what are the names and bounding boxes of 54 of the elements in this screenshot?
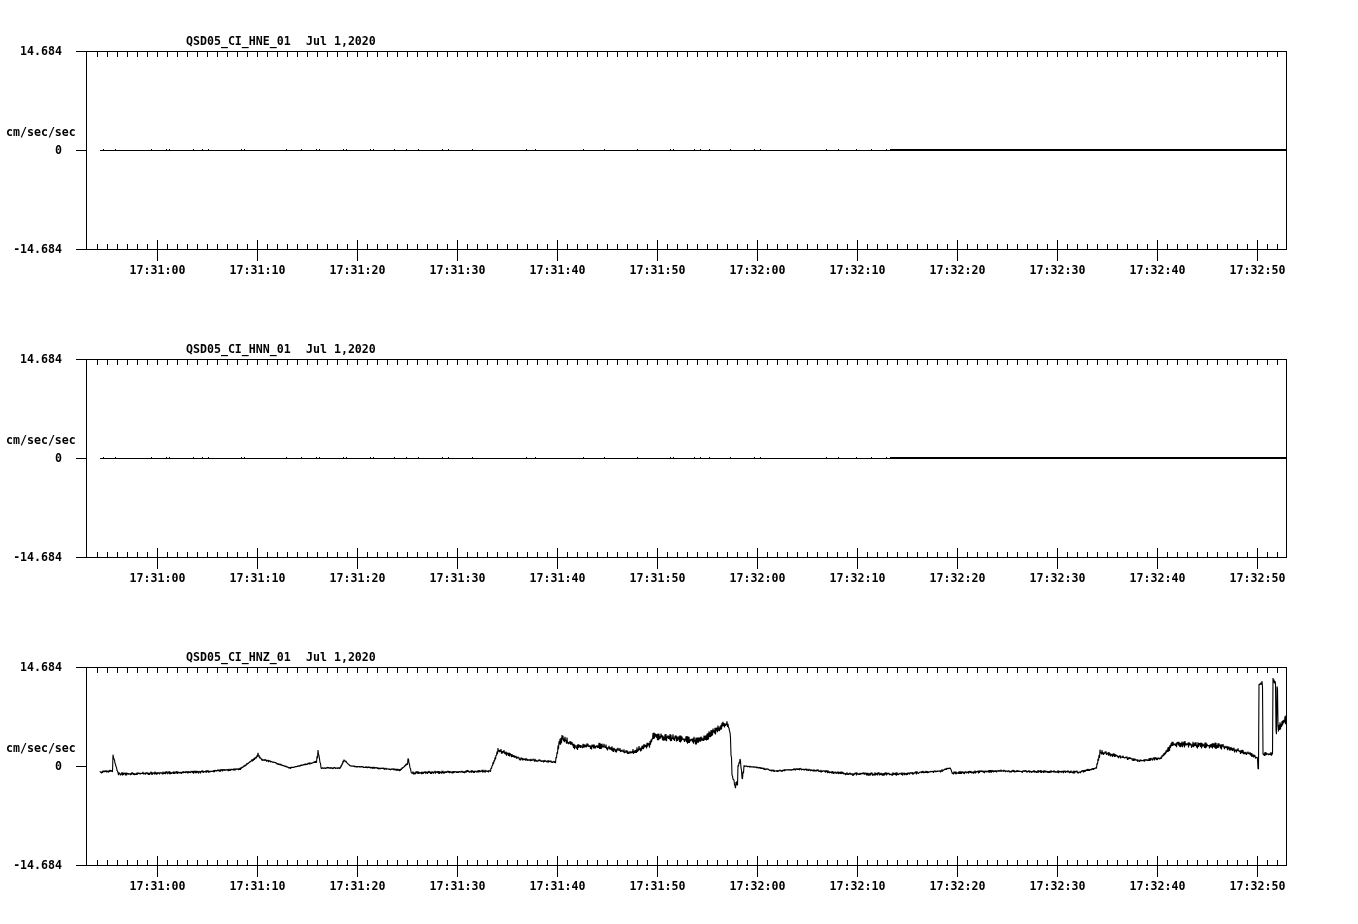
time-label: 17:32:20	[929, 879, 986, 893]
time-label: 17:31:50	[629, 879, 686, 893]
y-tick-label: -14.684	[13, 550, 62, 564]
y-tick-label: 0	[55, 451, 62, 465]
time-label: 17:32:30	[1029, 263, 1086, 277]
time-label: 17:32:10	[829, 879, 886, 893]
time-label: 17:31:20	[329, 879, 386, 893]
time-label: 17:32:20	[929, 263, 986, 277]
time-label: 17:31:30	[429, 879, 486, 893]
time-label: 17:31:40	[529, 571, 586, 585]
time-label: 17:31:40	[529, 263, 586, 277]
time-label: 17:32:00	[729, 879, 786, 893]
unit-label: cm/sec/sec	[6, 125, 76, 139]
time-label: 17:31:30	[429, 263, 486, 277]
time-label: 17:32:00	[729, 263, 786, 277]
unit-label: cm/sec/sec	[6, 433, 76, 447]
y-tick-label: 14.684	[20, 44, 62, 58]
time-label: 17:32:50	[1229, 263, 1286, 277]
date-label: Jul 1,2020	[306, 34, 376, 48]
time-label: 17:31:30	[429, 571, 486, 585]
time-label: 17:32:20	[929, 571, 986, 585]
y-tick-label: 14.684	[20, 352, 62, 366]
date-label: Jul 1,2020	[306, 342, 376, 356]
time-label: 17:32:10	[829, 263, 886, 277]
y-tick-label: 14.684	[20, 660, 62, 674]
time-label: 17:32:40	[1129, 263, 1186, 277]
y-tick-label: -14.684	[13, 242, 62, 256]
time-label: 17:31:10	[229, 263, 286, 277]
y-tick-label: 0	[55, 143, 62, 157]
unit-label: cm/sec/sec	[6, 741, 76, 755]
time-label: 17:31:00	[129, 263, 186, 277]
time-label: 17:32:30	[1029, 571, 1086, 585]
time-label: 17:32:40	[1129, 571, 1186, 585]
time-label: 17:31:20	[329, 263, 386, 277]
y-tick-label: -14.684	[13, 858, 62, 872]
time-label: 17:32:50	[1229, 571, 1286, 585]
time-label: 17:32:50	[1229, 879, 1286, 893]
time-label: 17:31:10	[229, 879, 286, 893]
time-label: 17:31:50	[629, 263, 686, 277]
time-label: 17:31:10	[229, 571, 286, 585]
time-label: 17:32:00	[729, 571, 786, 585]
time-label: 17:32:10	[829, 571, 886, 585]
time-label: 17:31:00	[129, 879, 186, 893]
time-label: 17:32:40	[1129, 879, 1186, 893]
date-label: Jul 1,2020	[306, 650, 376, 664]
time-label: 17:31:20	[329, 571, 386, 585]
time-label: 17:31:40	[529, 879, 586, 893]
time-label: 17:31:50	[629, 571, 686, 585]
channel-title: QSD05_CI_HNZ_01	[186, 650, 291, 664]
time-label: 17:31:00	[129, 571, 186, 585]
channel-title: QSD05_CI_HNE_01	[186, 34, 291, 48]
y-tick-label: 0	[55, 759, 62, 773]
channel-title: QSD05_CI_HNN_01	[186, 342, 291, 356]
time-label: 17:32:30	[1029, 879, 1086, 893]
